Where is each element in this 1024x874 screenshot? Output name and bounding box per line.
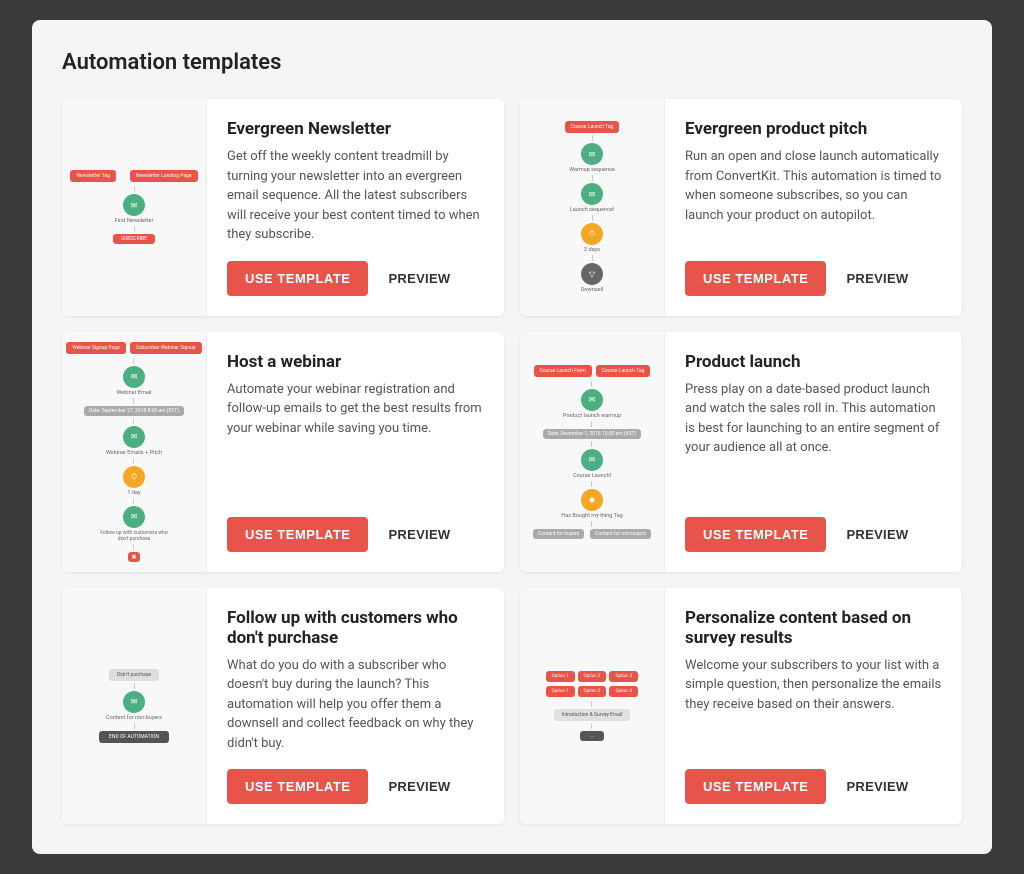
template-preview-product-launch: Course Launch Form Course Launch Tag ✉ P… bbox=[520, 332, 665, 572]
template-preview-newsletter: Newsletter Tag Newsletter Landing Page ✉… bbox=[62, 99, 207, 316]
template-card-product-launch: Course Launch Form Course Launch Tag ✉ P… bbox=[520, 332, 962, 572]
template-actions-product-launch: USE TEMPLATE PREVIEW bbox=[685, 517, 942, 552]
use-template-button-survey[interactable]: USE TEMPLATE bbox=[685, 769, 826, 804]
use-template-button-product-pitch[interactable]: USE TEMPLATE bbox=[685, 261, 826, 296]
template-content-survey: Personalize content based on survey resu… bbox=[665, 588, 962, 825]
template-card-follow-up: Didn't purchase ✉ Content for non-buyers… bbox=[62, 588, 504, 825]
template-actions-newsletter: USE TEMPLATE PREVIEW bbox=[227, 261, 484, 296]
template-preview-product-pitch: Course Launch Tag ✉ Warmup sequence ✉ La… bbox=[520, 99, 665, 316]
template-card-webinar: Webinar Signup Page Subscriber Webinar S… bbox=[62, 332, 504, 572]
template-content-product-pitch: Evergreen product pitch Run an open and … bbox=[665, 99, 962, 316]
use-template-button-webinar[interactable]: USE TEMPLATE bbox=[227, 517, 368, 552]
use-template-button-product-launch[interactable]: USE TEMPLATE bbox=[685, 517, 826, 552]
template-actions-follow-up: USE TEMPLATE PREVIEW bbox=[227, 769, 484, 804]
page-title: Automation templates bbox=[62, 50, 962, 75]
preview-button-newsletter[interactable]: PREVIEW bbox=[388, 271, 450, 286]
use-template-button-follow-up[interactable]: USE TEMPLATE bbox=[227, 769, 368, 804]
template-desc-newsletter: Get off the weekly content treadmill by … bbox=[227, 147, 484, 245]
template-title-product-launch: Product launch bbox=[685, 352, 942, 372]
template-preview-survey: Option 1 Option 2 Option 3 Option 1 Opti… bbox=[520, 588, 665, 825]
template-content-follow-up: Follow up with customers who don't purch… bbox=[207, 588, 504, 825]
template-actions-survey: USE TEMPLATE PREVIEW bbox=[685, 769, 942, 804]
use-template-button-newsletter[interactable]: USE TEMPLATE bbox=[227, 261, 368, 296]
preview-button-follow-up[interactable]: PREVIEW bbox=[388, 779, 450, 794]
template-title-product-pitch: Evergreen product pitch bbox=[685, 119, 942, 139]
template-preview-webinar: Webinar Signup Page Subscriber Webinar S… bbox=[62, 332, 207, 572]
template-preview-follow-up: Didn't purchase ✉ Content for non-buyers… bbox=[62, 588, 207, 825]
template-desc-product-pitch: Run an open and close launch automatical… bbox=[685, 147, 942, 225]
template-desc-product-launch: Press play on a date-based product launc… bbox=[685, 380, 942, 458]
template-title-follow-up: Follow up with customers who don't purch… bbox=[227, 608, 484, 648]
template-content-webinar: Host a webinar Automate your webinar reg… bbox=[207, 332, 504, 572]
template-card-evergreen-newsletter: Newsletter Tag Newsletter Landing Page ✉… bbox=[62, 99, 504, 316]
template-content-newsletter: Evergreen Newsletter Get off the weekly … bbox=[207, 99, 504, 316]
template-actions-product-pitch: USE TEMPLATE PREVIEW bbox=[685, 261, 942, 296]
template-actions-webinar: USE TEMPLATE PREVIEW bbox=[227, 517, 484, 552]
page-container: Automation templates Newsletter Tag News… bbox=[32, 20, 992, 854]
template-content-product-launch: Product launch Press play on a date-base… bbox=[665, 332, 962, 572]
template-card-product-pitch: Course Launch Tag ✉ Warmup sequence ✉ La… bbox=[520, 99, 962, 316]
preview-button-survey[interactable]: PREVIEW bbox=[846, 779, 908, 794]
preview-button-webinar[interactable]: PREVIEW bbox=[388, 527, 450, 542]
preview-button-product-pitch[interactable]: PREVIEW bbox=[846, 271, 908, 286]
template-card-survey: Option 1 Option 2 Option 3 Option 1 Opti… bbox=[520, 588, 962, 825]
templates-grid: Newsletter Tag Newsletter Landing Page ✉… bbox=[62, 99, 962, 824]
template-desc-survey: Welcome your subscribers to your list wi… bbox=[685, 656, 942, 715]
template-title-survey: Personalize content based on survey resu… bbox=[685, 608, 942, 648]
template-desc-webinar: Automate your webinar registration and f… bbox=[227, 380, 484, 439]
template-title-newsletter: Evergreen Newsletter bbox=[227, 119, 484, 139]
template-desc-follow-up: What do you do with a subscriber who doe… bbox=[227, 656, 484, 754]
template-title-webinar: Host a webinar bbox=[227, 352, 484, 372]
preview-button-product-launch[interactable]: PREVIEW bbox=[846, 527, 908, 542]
